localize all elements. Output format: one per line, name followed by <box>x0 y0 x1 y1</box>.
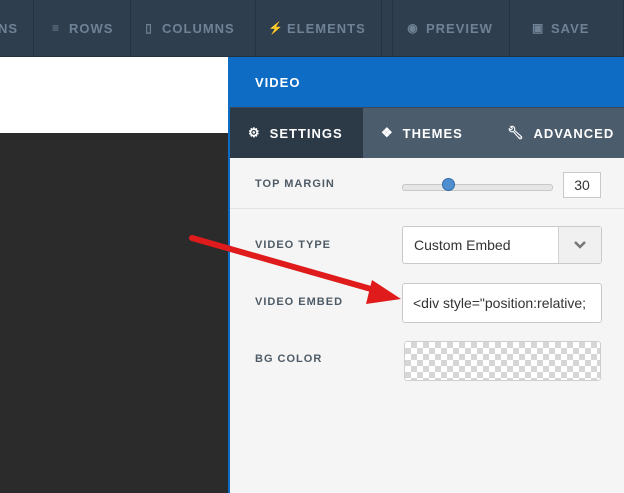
bg-color-picker[interactable] <box>404 341 601 381</box>
elements-button[interactable]: ⚡ ELEMENTS <box>256 0 382 56</box>
rows-button[interactable]: ≡ ROWS <box>34 0 131 56</box>
columns-icon: ▯ <box>145 21 153 35</box>
preview-label: PREVIEW <box>426 20 493 36</box>
columns-label: COLUMNS <box>162 20 235 36</box>
top-margin-slider-handle[interactable] <box>441 178 455 191</box>
elements-label: ELEMENTS <box>287 20 366 36</box>
chevron-down-icon[interactable] <box>558 227 601 263</box>
rows-icon: ≡ <box>51 21 60 35</box>
tab-themes[interactable]: ❖ THEMES <box>363 108 491 158</box>
bg-color-label: BG COLOR <box>255 353 323 365</box>
canvas-dark-area <box>0 135 228 493</box>
plug-icon: ⚡ <box>268 21 284 35</box>
tab-advanced[interactable]: 🔧︎ ADVANCED <box>491 108 624 158</box>
tab-settings[interactable]: ⚙ SETTINGS <box>230 108 363 158</box>
tab-themes-label: THEMES <box>402 125 463 141</box>
video-type-label: VIDEO TYPE <box>255 239 332 251</box>
panel-title: VIDEO <box>230 57 624 107</box>
divider <box>230 208 624 209</box>
toolbar-item-partial[interactable]: NS <box>0 0 34 56</box>
wrench-icon: 🔧︎ <box>507 125 525 140</box>
video-embed-input[interactable]: <div style="position:relative; <box>402 283 602 323</box>
top-margin-input[interactable]: 30 <box>563 172 601 198</box>
tab-advanced-label: ADVANCED <box>533 125 615 141</box>
save-button[interactable]: ▣ SAVE <box>510 0 624 56</box>
toolbar-item-label: NS <box>0 20 19 36</box>
gear-icon: ⚙ <box>248 125 261 140</box>
rows-label: ROWS <box>69 20 114 36</box>
video-settings-panel: VIDEO ⚙ SETTINGS ❖ THEMES 🔧︎ ADVANCED TO… <box>228 57 624 493</box>
cubes-icon: ❖ <box>381 125 394 140</box>
tab-settings-label: SETTINGS <box>269 125 343 141</box>
panel-tabs: ⚙ SETTINGS ❖ THEMES 🔧︎ ADVANCED <box>230 107 624 158</box>
top-margin-slider-track[interactable] <box>402 184 553 191</box>
top-toolbar: NS ≡ ROWS ▯ COLUMNS ⚡ ELEMENTS ◉ PREVIEW… <box>0 0 624 57</box>
video-type-select[interactable]: Custom Embed <box>402 226 602 264</box>
save-label: SAVE <box>551 20 590 36</box>
preview-button[interactable]: ◉ PREVIEW <box>392 0 510 56</box>
video-embed-label: VIDEO EMBED <box>255 296 344 308</box>
columns-button[interactable]: ▯ COLUMNS <box>131 0 256 56</box>
canvas-white-area <box>0 57 228 133</box>
video-type-value: Custom Embed <box>414 237 511 253</box>
eye-icon: ◉ <box>407 21 419 35</box>
top-margin-label: TOP MARGIN <box>255 178 335 190</box>
floppy-icon: ▣ <box>532 21 545 35</box>
